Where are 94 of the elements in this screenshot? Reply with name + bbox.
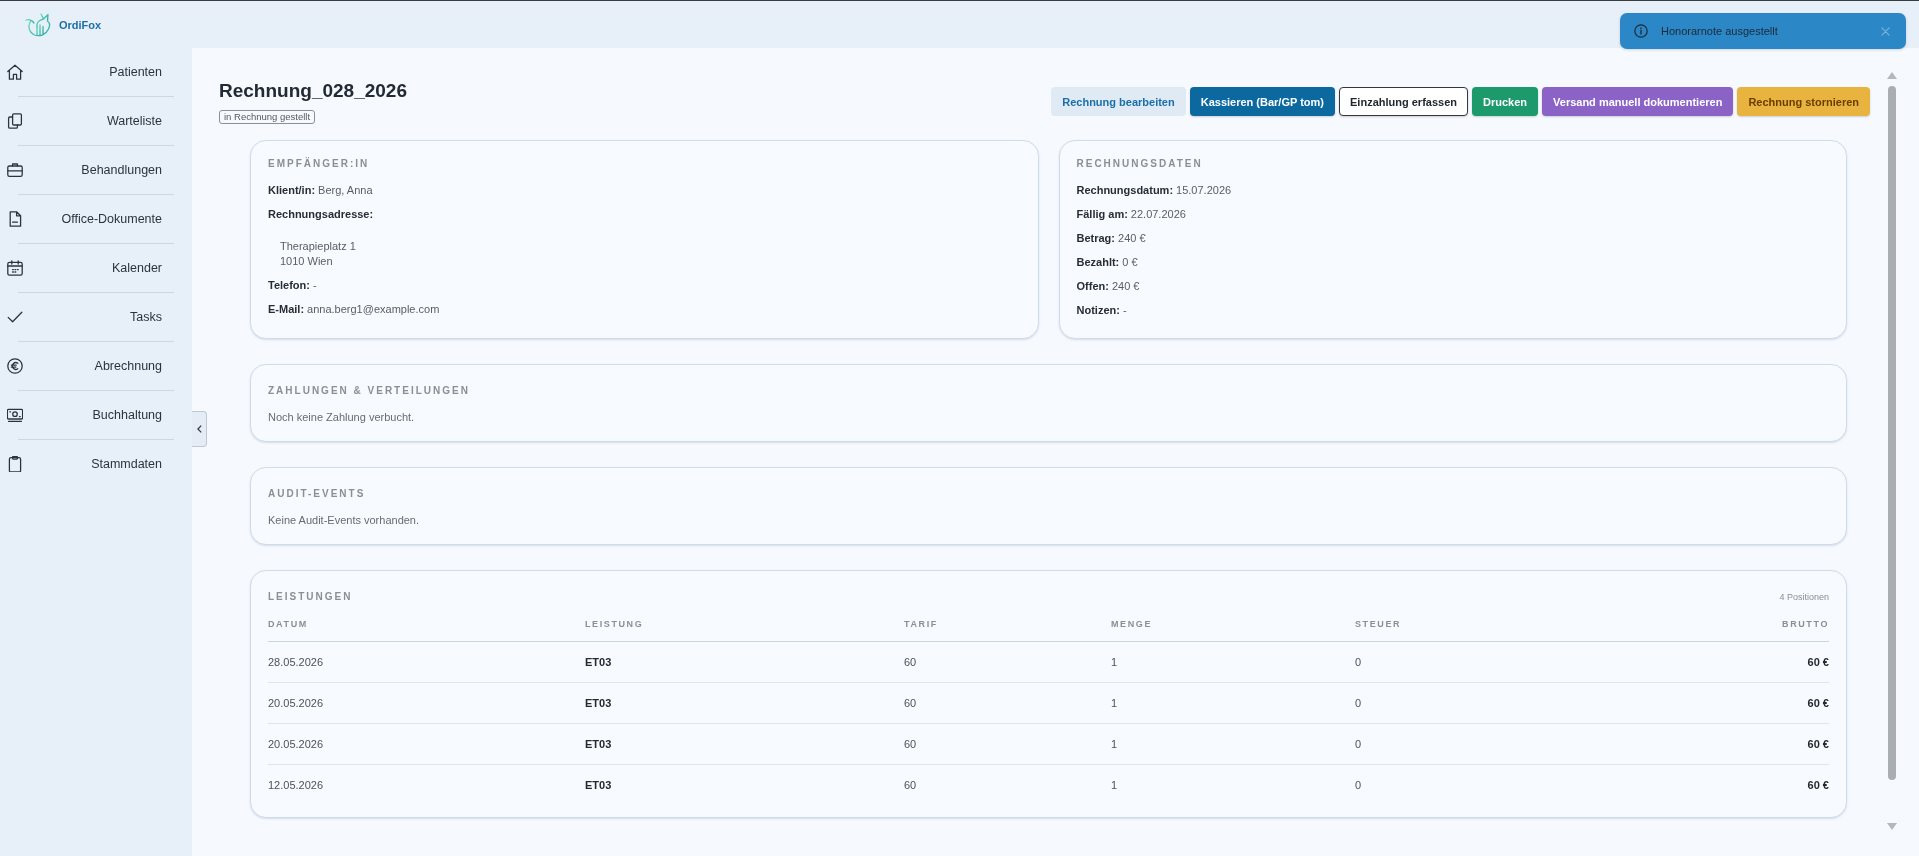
field-value: 240 € (1118, 231, 1146, 246)
scroll-down-arrow-icon[interactable] (1887, 823, 1897, 830)
empty-message: Noch keine Zahlung verbucht. (268, 410, 415, 425)
table-cell: 60 € (1807, 695, 1829, 711)
field-value: 15.07.2026 (1176, 183, 1232, 198)
card-heading: ZAHLUNGEN & VERTEILUNGEN (268, 384, 470, 398)
table-cell: 60 (904, 654, 917, 670)
column-header: STEUER (1355, 618, 1402, 631)
field-value: 240 € (1111, 279, 1140, 294)
table-cell: ET03 (585, 736, 612, 752)
field-value: 0 € (1122, 255, 1138, 270)
card-heading: LEISTUNGEN (268, 590, 353, 604)
column-header: TARIF (904, 618, 938, 631)
info-icon (1634, 24, 1648, 38)
field-label: E-Mail: (268, 302, 305, 317)
field-label: Betrag: (1076, 231, 1115, 246)
field-label: Telefon: (268, 278, 310, 293)
table-cell: 12.05.2026 (268, 777, 324, 793)
table-cell: 0 (1355, 777, 1362, 793)
table-cell: 60 (904, 736, 917, 752)
status-badge: in Rechnung gestellt (219, 110, 316, 124)
field-label: Offen: (1076, 279, 1109, 294)
table-cell: 28.05.2026 (268, 654, 324, 670)
sidebar-item[interactable]: Warteliste (0, 97, 192, 145)
calendar-icon (7, 260, 23, 276)
field-label: Rechnungsdatum: (1076, 183, 1174, 198)
action-button[interactable]: Rechnung bearbeiten (1051, 87, 1186, 116)
empty-message: Keine Audit-Events vorhanden. (268, 513, 420, 528)
table-cell: 20.05.2026 (268, 736, 324, 752)
chevron-left-icon (196, 425, 202, 433)
action-button[interactable]: Kassieren (Bar/GP tom) (1189, 87, 1335, 116)
table-cell: 60 (904, 777, 917, 793)
field-label: Klient/in: (268, 183, 316, 198)
field-value: Berg, Anna (318, 183, 373, 198)
position-count: 4 Positionen (1779, 592, 1829, 602)
field-value: anna.berg1@example.com (307, 302, 440, 317)
field-label: Rechnungsadresse: (268, 207, 374, 222)
table-cell: 60 (904, 695, 917, 711)
address-text: Therapieplatz 1 1010 Wien (279, 239, 356, 269)
table-cell: 0 (1355, 654, 1362, 670)
clipboard-icon (7, 456, 23, 472)
sidebar-item[interactable]: Tasks (0, 293, 192, 341)
documents-icon (7, 113, 23, 129)
toast-message: Honorarnote ausgestellt (1661, 25, 1778, 37)
table-cell: 1 (1111, 777, 1118, 793)
sidebar-item[interactable]: Kalender (0, 244, 192, 292)
table-cell: ET03 (585, 777, 612, 793)
sidebar-item[interactable]: Buchhaltung (0, 391, 192, 439)
column-header: MENGE (1111, 618, 1152, 631)
field-value: 22.07.2026 (1130, 207, 1186, 222)
table-cell: 0 (1355, 736, 1362, 752)
collapse-sidebar-button[interactable] (192, 411, 207, 447)
scrollbar-thumb[interactable] (1888, 86, 1896, 780)
sidebar-item[interactable]: Stammdaten (0, 440, 192, 488)
action-button[interactable]: Einzahlung erfassen (1339, 87, 1468, 116)
table-cell: 60 € (1807, 736, 1829, 752)
field-value: - (1122, 303, 1127, 318)
column-header: DATUM (268, 618, 308, 631)
invoice-title: Rechnung_028_2026 (219, 80, 407, 102)
column-header: LEISTUNG (585, 618, 644, 631)
sidebar-item[interactable]: Office-Dokumente (0, 195, 192, 243)
card-heading: RECHNUNGSDATEN (1076, 157, 1203, 171)
scroll-up-arrow-icon[interactable] (1887, 72, 1897, 79)
sidebar-item[interactable]: Behandlungen (0, 146, 192, 194)
table-cell: 60 € (1807, 654, 1829, 670)
table-cell: 1 (1111, 654, 1118, 670)
card-heading: EMPFÄNGER:IN (268, 157, 370, 171)
action-button[interactable]: Versand manuell dokumentieren (1542, 87, 1734, 116)
table-cell: 0 (1355, 695, 1362, 711)
app-name: OrdiFox (59, 18, 102, 31)
action-button[interactable]: Rechnung stornieren (1737, 87, 1870, 116)
euro-icon (7, 358, 23, 374)
table-cell: 1 (1111, 695, 1118, 711)
field-label: Fällig am: (1076, 207, 1128, 222)
field-value: - (312, 278, 317, 293)
field-label: Bezahlt: (1076, 255, 1120, 270)
briefcase-icon (7, 162, 23, 178)
column-header: BRUTTO (1782, 618, 1829, 631)
table-cell: 20.05.2026 (268, 695, 324, 711)
table-cell: ET03 (585, 695, 612, 711)
house-icon (7, 64, 23, 80)
sidebar-item[interactable]: Abrechnung (0, 342, 192, 390)
table-cell: ET03 (585, 654, 612, 670)
document-icon (7, 211, 23, 227)
fox-logo-icon (25, 12, 53, 37)
card-heading: AUDIT-EVENTS (268, 487, 366, 501)
action-button[interactable]: Drucken (1472, 87, 1539, 116)
close-icon[interactable] (1881, 26, 1890, 36)
banknote-icon (7, 407, 23, 423)
sidebar-item[interactable]: Patienten (0, 48, 192, 96)
table-cell: 1 (1111, 736, 1118, 752)
table-cell: 60 € (1807, 777, 1829, 793)
field-label: Notizen: (1076, 303, 1120, 318)
checkmark-icon (7, 309, 23, 325)
